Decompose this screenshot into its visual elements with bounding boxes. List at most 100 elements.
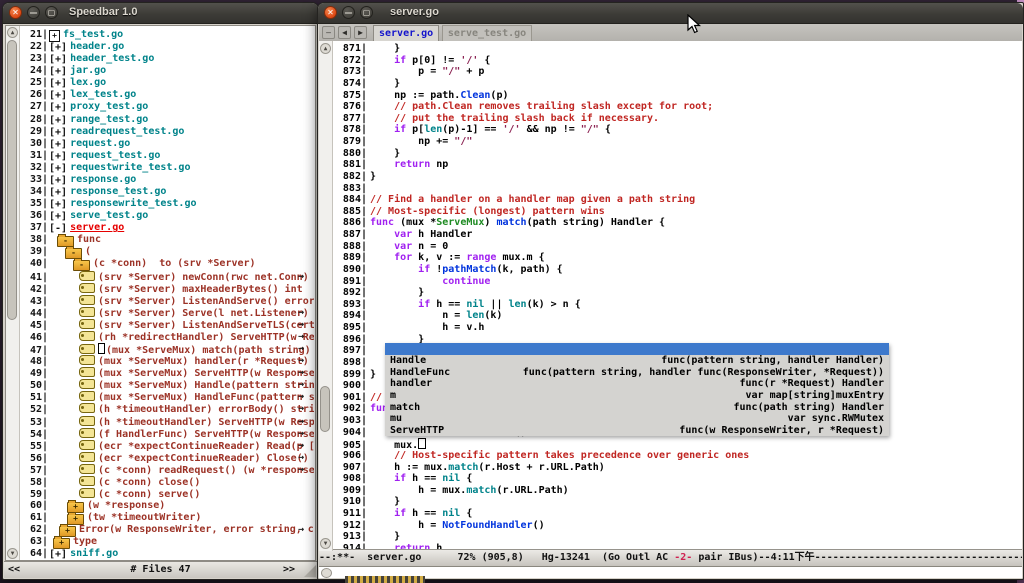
tab-serve_test.go[interactable]: serve_test.go	[442, 25, 532, 42]
code-line[interactable]: 909| h = mux.match(r.URL.Path)	[335, 485, 1022, 497]
scrollbar-thumb[interactable]	[7, 40, 17, 320]
speedbar-item[interactable]: 30|[+]request.go	[22, 138, 314, 150]
speedbar-item[interactable]: 49|(mux *ServeMux) ServeHTTP(w ResponseW…	[22, 367, 314, 379]
tag-icon[interactable]	[79, 391, 95, 401]
tag-icon[interactable]	[79, 403, 95, 413]
maximize-icon[interactable]: ▢	[45, 6, 58, 19]
speedbar-item[interactable]: 22|[+]header.go	[22, 41, 314, 53]
speedbar-item[interactable]: 29|[+]readrequest_test.go	[22, 126, 314, 138]
expand-icon[interactable]: [+]	[49, 549, 67, 560]
code-line[interactable]: 875| np := path.Clean(p)	[335, 90, 1022, 102]
speedbar-item[interactable]: 43|(srv *Server) ListenAndServe() error	[22, 295, 314, 307]
tag-icon[interactable]	[79, 344, 95, 354]
tag-icon[interactable]	[79, 416, 95, 426]
speedbar-item[interactable]: 54|(f HandlerFunc) ServeHTTP(w ResponseW…	[22, 428, 314, 440]
speedbar-item[interactable]: 28|[+]range_test.go	[22, 114, 314, 126]
speedbar-item[interactable]: 52|(h *timeoutHandler) errorBody() strin…	[22, 403, 314, 415]
completion-candidate[interactable]: handlerfunc(r *Request) Handler	[385, 378, 889, 390]
speedbar-item[interactable]: 23|[+]header_test.go	[22, 53, 314, 65]
completion-candidate[interactable]: Handlefunc(pattern string, handler Handl…	[385, 355, 889, 367]
tag-icon[interactable]	[79, 331, 95, 341]
code-line[interactable]: 873| p = "/" + p	[335, 66, 1022, 78]
speedbar-item[interactable]: 32|[+]requestwrite_test.go	[22, 162, 314, 174]
code-line[interactable]: 910| }	[335, 496, 1022, 508]
code-line[interactable]: 882|}	[335, 171, 1022, 183]
speedbar-item[interactable]: 31|[+]request_test.go	[22, 150, 314, 162]
tab-server.go[interactable]: server.go	[373, 25, 439, 41]
tag-icon[interactable]	[79, 307, 95, 317]
speedbar-item[interactable]: 59|(c *conn) serve()	[22, 488, 314, 500]
speedbar-item[interactable]: 33|[+]response.go	[22, 174, 314, 186]
tag-icon[interactable]	[79, 379, 95, 389]
speedbar-item[interactable]: 24|[+]jar.go	[22, 65, 314, 77]
minimize-icon[interactable]: —	[342, 6, 355, 19]
code-line[interactable]: 906| // Host-specific pattern takes prec…	[335, 450, 1022, 462]
speedbar-item[interactable]: 38|-func	[22, 234, 314, 246]
completion-candidate[interactable]: matchfunc(path string) Handler	[385, 402, 889, 414]
speedbar-item[interactable]: 35|[+]responsewrite_test.go	[22, 198, 314, 210]
code-line[interactable]: 905| mux.	[335, 438, 1022, 450]
code-line[interactable]: 874| }	[335, 78, 1022, 90]
speedbar-item[interactable]: 41|(srv *Server) newConn(rwc net.Conn) (…	[22, 271, 314, 283]
close-icon[interactable]: ✕	[324, 6, 337, 19]
code-line[interactable]: 884|// Find a handler on a handler map g…	[335, 194, 1022, 206]
code-line[interactable]: 890| if !pathMatch(k, path) {	[335, 264, 1022, 276]
code-line[interactable]: 912| h = NotFoundHandler()	[335, 520, 1022, 532]
code-line[interactable]: 878| if p[len(p)-1] == '/' && np != "/" …	[335, 124, 1022, 136]
tabbar-forward-button[interactable]: ▶	[354, 26, 367, 39]
scrollbar-thumb[interactable]	[320, 386, 330, 432]
speedbar-item[interactable]: 48|(mux *ServeMux) handler(r *Request) H…	[22, 355, 314, 367]
editor-scrollbar[interactable]: ▲ ▼	[319, 41, 333, 551]
code-line[interactable]: 877| // put the trailing slash back if n…	[335, 113, 1022, 125]
minimize-icon[interactable]: —	[27, 6, 40, 19]
code-line[interactable]: 889| for k, v := range mux.m {	[335, 252, 1022, 264]
code-line[interactable]: 887| var h Handler	[335, 229, 1022, 241]
code-line[interactable]: 893| if h == nil || len(k) > n {	[335, 299, 1022, 311]
speedbar-item[interactable]: 57|(c *conn) readRequest() (w *response,…	[22, 464, 314, 476]
speedbar-item[interactable]: 40|-(c *conn) to (srv *Server)	[22, 258, 314, 270]
editor-buffer[interactable]: ▲ ▼ 871| }872| if p[0] != '/' {873| p = …	[319, 41, 1022, 551]
tag-icon[interactable]	[79, 355, 95, 365]
code-line[interactable]: 892| }	[335, 287, 1022, 299]
code-line[interactable]: 880| }	[335, 148, 1022, 160]
code-line[interactable]: 871| }	[335, 43, 1022, 55]
speedbar-item[interactable]: 56|(ecr *expectContinueReader) Close() e…	[22, 452, 314, 464]
speedbar-item[interactable]: 47|(mux *ServeMux) match(path string) Ha…	[22, 343, 314, 355]
tag-icon[interactable]	[79, 319, 95, 329]
tag-icon[interactable]	[79, 271, 95, 281]
speedbar-item[interactable]: 62|+Error(w ResponseWriter, error string…	[22, 524, 314, 536]
speedbar-item[interactable]: 58|(c *conn) close()	[22, 476, 314, 488]
scroll-down-icon[interactable]: ▼	[320, 538, 331, 549]
speedbar-item[interactable]: 36|[+]serve_test.go	[22, 210, 314, 222]
speedbar-item[interactable]: 61|+(tw *timeoutWriter)	[22, 512, 314, 524]
speedbar-item[interactable]: 64|[+]sniff.go	[22, 548, 314, 560]
tag-icon[interactable]	[79, 367, 95, 377]
emacs-titlebar[interactable]: ✕ — ▢ server.go	[318, 3, 1023, 24]
speedbar-item[interactable]: 34|[+]response_test.go	[22, 186, 314, 198]
code-line[interactable]: 907| h := mux.match(r.Host + r.URL.Path)	[335, 462, 1022, 474]
code-line[interactable]: 894| n = len(k)	[335, 310, 1022, 322]
tag-icon[interactable]	[79, 283, 95, 293]
speedbar-item[interactable]: 26|[+]lex_test.go	[22, 89, 314, 101]
tag-icon[interactable]	[79, 440, 95, 450]
code-line[interactable]: 876| // path.Clean removes trailing slas…	[335, 101, 1022, 113]
code-line[interactable]: 888| var n = 0	[335, 241, 1022, 253]
speedbar-item[interactable]: 44|(srv *Server) Serve(l net.Listener) e…	[22, 307, 314, 319]
speedbar-titlebar[interactable]: ✕ — ▢ Speedbar 1.0	[3, 3, 318, 24]
completion-candidate[interactable]	[385, 343, 889, 355]
code-line[interactable]: 908| if h == nil {	[335, 473, 1022, 485]
speedbar-item[interactable]: 46|(rh *redirectHandler) ServeHTTP(w Res…	[22, 331, 314, 343]
code-line[interactable]: 891| continue	[335, 276, 1022, 288]
speedbar-item[interactable]: 60|+(w *response)	[22, 500, 314, 512]
code-line[interactable]: 911| if h == nil {	[335, 508, 1022, 520]
completion-candidate[interactable]: mvar map[string]muxEntry	[385, 390, 889, 402]
tag-icon[interactable]	[79, 476, 95, 486]
scroll-up-icon[interactable]: ▲	[320, 43, 331, 54]
speedbar-item[interactable]: 63|+type	[22, 536, 314, 548]
speedbar-item[interactable]: 55|(ecr *expectContinueReader) Read(p []…	[22, 440, 314, 452]
code-line[interactable]: 913| }	[335, 531, 1022, 543]
code-line[interactable]: 885|// Most-specific (longest) pattern w…	[335, 206, 1022, 218]
code-line[interactable]: 879| np += "/"	[335, 136, 1022, 148]
tag-icon[interactable]	[79, 428, 95, 438]
tag-icon[interactable]	[79, 464, 95, 474]
